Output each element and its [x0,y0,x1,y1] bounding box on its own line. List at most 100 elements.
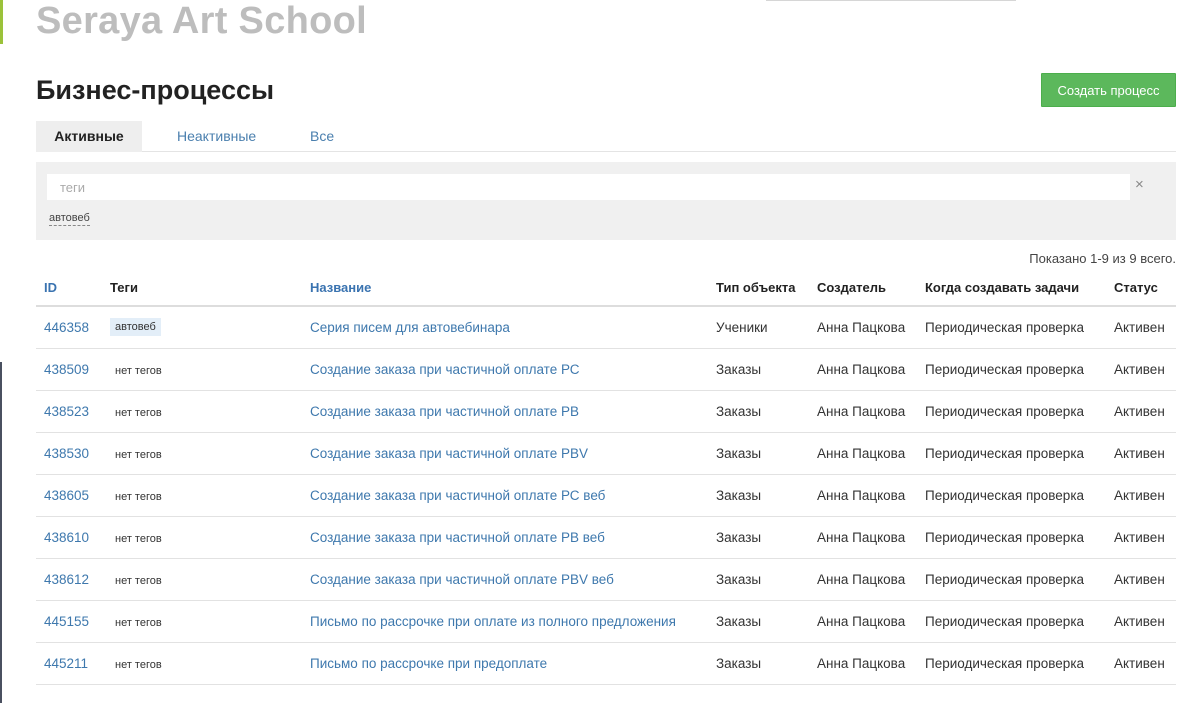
page-title: Бизнес-процессы [36,75,275,105]
row-id-cell: 445155 [36,600,102,643]
row-id-cell: 438610 [36,516,102,559]
row-id-cell: 445211 [36,642,102,685]
column-header-object-type: Тип объекта [708,270,809,307]
processes-table: ID Теги Название Тип объекта Создатель К… [36,270,1176,685]
row-object-type: Заказы [708,474,809,517]
row-object-type: Ученики [708,306,809,349]
process-id-link[interactable]: 446358 [44,320,89,335]
row-object-type: Заказы [708,642,809,685]
row-creator: Анна Пацкова [809,306,917,349]
process-name-link[interactable]: Серия писем для автовебинара [310,320,510,335]
process-id-link[interactable]: 445155 [44,614,89,629]
table-row: 438530 нет тегов Создание заказа при части… [36,432,1176,475]
row-id-cell: 438605 [36,474,102,517]
results-summary: Показано 1-9 из 9 всего. [1029,251,1176,266]
row-status: Активен [1106,390,1176,433]
process-id-link[interactable]: 438530 [44,446,89,461]
row-status: Активен [1106,432,1176,475]
process-name-link[interactable]: Создание заказа при частичной оплате РС … [310,488,605,503]
clear-icon[interactable]: × [1135,176,1144,194]
column-header-creator: Создатель [809,270,917,307]
row-id-cell: 438530 [36,432,102,475]
row-object-type: Заказы [708,348,809,391]
process-id-link[interactable]: 445211 [44,656,88,671]
row-object-type: Заказы [708,432,809,475]
table-row: 438612 нет тегов Создание заказа при части… [36,558,1176,601]
row-id-cell: 438509 [36,348,102,391]
table-row: 438605 нет тегов Создание заказа при части… [36,474,1176,517]
row-name-cell: Создание заказа при частичной оплате РС [302,348,708,391]
no-tags-label: нет тегов [115,490,162,503]
column-header-tags: Теги [102,270,302,307]
process-id-link[interactable]: 438509 [44,362,89,377]
process-name-link[interactable]: Письмо по рассрочке при предоплате [310,656,547,671]
row-when: Периодическая проверка [917,474,1106,517]
row-when: Периодическая проверка [917,432,1106,475]
row-status: Активен [1106,600,1176,643]
suggested-tag[interactable]: автовеб [49,212,90,226]
no-tags-label: нет тегов [115,574,162,587]
tags-input[interactable] [47,174,1130,200]
table-row: 438610 нет тегов Создание заказа при части… [36,516,1176,559]
no-tags-label: нет тегов [115,532,162,545]
row-name-cell: Письмо по рассрочке при оплате из полног… [302,600,708,643]
process-name-link[interactable]: Создание заказа при частичной оплате PBV [310,446,588,461]
column-header-id[interactable]: ID [36,270,102,307]
tab-inactive[interactable]: Неактивные [177,121,256,152]
row-when: Периодическая проверка [917,348,1106,391]
tag-filter-panel: × автовеб [36,162,1176,240]
column-header-status: Статус [1106,270,1176,307]
row-when: Периодическая проверка [917,642,1106,685]
row-status: Активен [1106,516,1176,559]
row-id-cell: 438523 [36,390,102,433]
tab-all[interactable]: Все [310,121,334,152]
no-tags-label: нет тегов [115,616,162,629]
row-name-cell: Серия писем для автовебинара [302,306,708,349]
row-creator: Анна Пацкова [809,600,917,643]
row-object-type: Заказы [708,600,809,643]
school-name: Seraya Art School [36,0,368,42]
row-id-cell: 446358 [36,306,102,349]
row-object-type: Заказы [708,516,809,559]
no-tags-label: нет тегов [115,448,162,461]
row-name-cell: Создание заказа при частичной оплате РС … [302,474,708,517]
process-name-link[interactable]: Письмо по рассрочке при оплате из полног… [310,614,676,629]
process-id-link[interactable]: 438605 [44,488,89,503]
row-tags-cell: нет тегов [102,432,302,475]
row-creator: Анна Пацкова [809,432,917,475]
row-tags-cell: нет тегов [102,558,302,601]
tag-badge[interactable]: автовеб [110,318,161,337]
no-tags-label: нет тегов [115,364,162,377]
row-when: Периодическая проверка [917,558,1106,601]
row-name-cell: Создание заказа при частичной оплате PBV… [302,558,708,601]
row-name-cell: Создание заказа при частичной оплате РВ … [302,516,708,559]
create-process-button[interactable]: Создать процесс [1041,73,1176,107]
process-name-link[interactable]: Создание заказа при частичной оплате РС [310,362,580,377]
row-object-type: Заказы [708,390,809,433]
row-status: Активен [1106,306,1176,349]
process-name-link[interactable]: Создание заказа при частичной оплате РВ [310,404,579,419]
top-divider [766,0,1016,1]
row-creator: Анна Пацкова [809,516,917,559]
no-tags-label: нет тегов [115,658,162,671]
row-tags-cell: нет тегов [102,348,302,391]
process-id-link[interactable]: 438610 [44,530,89,545]
process-id-link[interactable]: 438612 [44,572,89,587]
row-status: Активен [1106,474,1176,517]
process-id-link[interactable]: 438523 [44,404,89,419]
row-tags-cell: нет тегов [102,390,302,433]
table-row: 438509 нет тегов Создание заказа при части… [36,348,1176,391]
row-creator: Анна Пацкова [809,642,917,685]
process-name-link[interactable]: Создание заказа при частичной оплате РВ … [310,530,605,545]
status-tabs: Активные Неактивные Все [36,121,1176,152]
table-row: 446358 автовеб Серия писем для автовебинар… [36,306,1176,349]
process-name-link[interactable]: Создание заказа при частичной оплате PBV… [310,572,614,587]
column-header-name[interactable]: Название [302,270,708,307]
tab-active[interactable]: Активные [36,121,142,152]
row-id-cell: 438612 [36,558,102,601]
column-header-when: Когда создавать задачи [917,270,1106,307]
row-status: Активен [1106,558,1176,601]
row-tags-cell: нет тегов [102,600,302,643]
row-tags-cell: автовеб [102,306,302,349]
row-creator: Анна Пацкова [809,348,917,391]
